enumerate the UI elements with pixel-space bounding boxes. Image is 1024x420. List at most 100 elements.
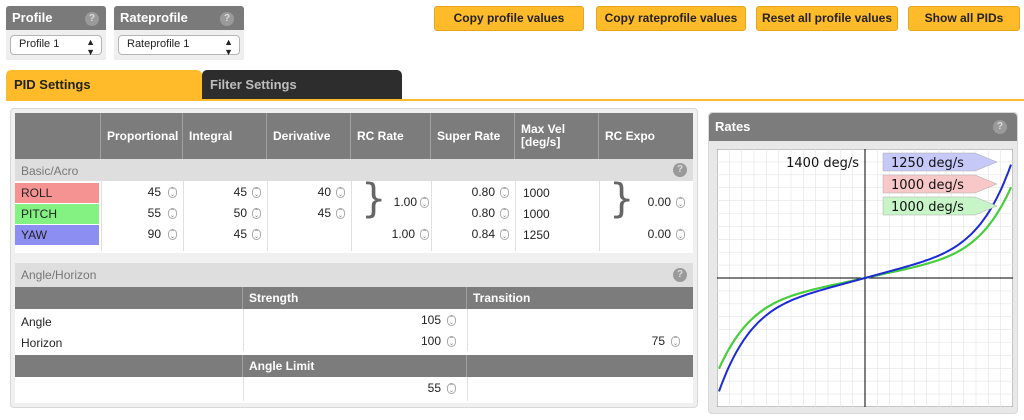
select-arrows-icon: ▲ ▼ xyxy=(224,37,233,57)
rateprofile-select[interactable]: Rateprofile 1 ▲ ▼ xyxy=(118,35,240,57)
yaw-rc-expo-input[interactable]: 0.00 xyxy=(625,225,671,243)
spinner-icon[interactable]: ⌃ ⌄ xyxy=(420,229,429,240)
rollpitch-rc-expo-input[interactable]: 0.00 xyxy=(635,193,671,211)
spinner-icon[interactable]: ⌃ ⌄ xyxy=(447,336,456,347)
pitch-super-rate-input[interactable]: 0.80 xyxy=(441,204,495,222)
yaw-super-rate-input[interactable]: 0.84 xyxy=(441,225,495,243)
rates-legend: 1250 deg/s 1000 deg/s 1000 deg/s xyxy=(882,152,998,216)
spinner-icon[interactable]: ⌃ ⌄ xyxy=(420,197,429,208)
table-row-angle-limit: 55 ⌃ ⌄ xyxy=(15,379,693,400)
angle-limit-input[interactable]: 55 xyxy=(375,379,441,397)
axis-label-pitch: PITCH xyxy=(15,204,99,224)
roll-max-vel: 1000 xyxy=(523,186,550,200)
spinner-icon[interactable]: ⌃ ⌄ xyxy=(168,229,177,240)
basic-acro-label: Basic/Acro xyxy=(21,164,79,178)
spinner-icon[interactable]: ⌃ ⌄ xyxy=(252,229,261,240)
copy-rateprofile-button[interactable]: Copy rateprofile values xyxy=(596,6,746,31)
rates-help-icon[interactable]: ? xyxy=(993,120,1007,134)
horizon-strength-input[interactable]: 100 xyxy=(375,332,441,350)
header-empty xyxy=(15,355,243,377)
angle-label: Angle xyxy=(21,315,52,329)
tab-filter-settings[interactable]: Filter Settings xyxy=(202,70,402,100)
profile-title: Profile xyxy=(12,10,53,25)
roll-i-input[interactable]: 45 xyxy=(193,183,247,201)
rates-title: Rates xyxy=(715,119,751,134)
rates-chart: 1400 deg/s 1250 deg/s 1000 deg/s 1000 deg/… xyxy=(717,149,1013,407)
axis-label-yaw: YAW xyxy=(15,225,99,245)
angle-horizon-help-icon[interactable]: ? xyxy=(673,268,687,282)
rateprofile-panel: Rateprofile ? Rateprofile 1 ▲ ▼ xyxy=(114,6,244,60)
yaw-rc-rate-input[interactable]: 1.00 xyxy=(371,225,415,243)
spinner-icon[interactable]: ⌃ ⌄ xyxy=(500,208,509,219)
header-empty xyxy=(467,355,693,377)
profile-help-icon[interactable]: ? xyxy=(85,12,99,26)
angle-horizon-table: Angle/Horizon ? Strength Transition Angl… xyxy=(15,263,693,403)
spinner-icon[interactable]: ⌃ ⌄ xyxy=(168,187,177,198)
rates-header: Rates ? xyxy=(709,113,1017,141)
table-row-angle: Angle 105 ⌃ ⌄ xyxy=(15,311,693,332)
roll-d-input[interactable]: 40 xyxy=(277,183,331,201)
angle-strength-input[interactable]: 105 xyxy=(375,311,441,329)
rates-max-label: 1400 deg/s xyxy=(786,156,859,171)
axis-label-roll: ROLL xyxy=(15,183,99,203)
basic-acro-help-icon[interactable]: ? xyxy=(673,163,687,177)
horizon-label: Horizon xyxy=(21,336,63,350)
pid-settings-panel: Proportional Integral Derivative RC Rate… xyxy=(10,108,698,408)
legend-label: 1000 deg/s xyxy=(891,200,964,215)
table-row-horizon: Horizon 100 ⌃ ⌄ 75 ⌃ ⌄ xyxy=(15,332,693,353)
spinner-icon[interactable]: ⌃ ⌄ xyxy=(252,187,261,198)
header-mode xyxy=(15,287,243,309)
pitch-p-input[interactable]: 55 xyxy=(111,204,161,222)
spinner-icon[interactable]: ⌃ ⌄ xyxy=(676,197,685,208)
header-super-rate: Super Rate xyxy=(431,113,515,159)
rollpitch-rc-rate-input[interactable]: 1.00 xyxy=(381,193,417,211)
spinner-icon[interactable]: ⌃ ⌄ xyxy=(252,208,261,219)
table-row-roll: ROLL 45 ⌃ ⌄ 45 ⌃ ⌄ 40 ⌃ ⌄ 0.80 ⌃ ⌄ 1000 xyxy=(15,183,693,204)
spinner-icon[interactable]: ⌃ ⌄ xyxy=(500,229,509,240)
spinner-icon[interactable]: ⌃ ⌄ xyxy=(676,229,685,240)
legend-label: 1250 deg/s xyxy=(891,156,964,171)
header-rc-expo: RC Expo xyxy=(605,128,656,143)
spinner-icon[interactable]: ⌃ ⌄ xyxy=(168,208,177,219)
pitch-i-input[interactable]: 50 xyxy=(193,204,247,222)
pitch-max-vel: 1000 xyxy=(523,207,550,221)
pitch-d-input[interactable]: 45 xyxy=(277,204,331,222)
yaw-max-vel: 1250 xyxy=(523,228,550,242)
legend-item: 1250 deg/s xyxy=(882,152,998,172)
header-integral: Integral xyxy=(183,113,267,159)
rateprofile-help-icon[interactable]: ? xyxy=(220,12,234,26)
basic-acro-table: Proportional Integral Derivative RC Rate… xyxy=(15,113,693,253)
angle-limit-header: Angle Limit xyxy=(15,355,693,377)
reset-profile-button[interactable]: Reset all profile values xyxy=(756,6,898,31)
spinner-icon[interactable]: ⌃ ⌄ xyxy=(447,383,456,394)
roll-super-rate-input[interactable]: 0.80 xyxy=(441,183,495,201)
tab-pid-settings[interactable]: PID Settings xyxy=(6,70,202,100)
header-proportional: Proportional xyxy=(101,113,183,159)
header-max-vel: Max Vel [deg/s] xyxy=(515,113,599,159)
header-axis xyxy=(15,113,101,159)
legend-item: 1000 deg/s xyxy=(882,174,998,194)
tab-underline xyxy=(6,99,1024,101)
pid-table-header: Proportional Integral Derivative RC Rate… xyxy=(15,113,693,159)
yaw-i-input[interactable]: 45 xyxy=(193,225,247,243)
legend-label: 1000 deg/s xyxy=(891,178,964,193)
header-strength: Strength xyxy=(243,287,467,309)
spinner-icon[interactable]: ⌃ ⌄ xyxy=(671,336,680,347)
copy-profile-button[interactable]: Copy profile values xyxy=(434,6,584,31)
brace-icon: } xyxy=(609,176,635,222)
show-pids-button[interactable]: Show all PIDs xyxy=(908,6,1020,31)
spinner-icon[interactable]: ⌃ ⌄ xyxy=(500,187,509,198)
spinner-icon[interactable]: ⌃ ⌄ xyxy=(336,187,345,198)
profile-panel: Profile ? Profile 1 ▲ ▼ xyxy=(6,6,106,60)
horizon-transition-input[interactable]: 75 xyxy=(605,332,665,350)
header-derivative: Derivative xyxy=(267,113,351,159)
spinner-icon[interactable]: ⌃ ⌄ xyxy=(447,315,456,326)
header-angle-limit: Angle Limit xyxy=(243,355,467,377)
spinner-icon[interactable]: ⌃ ⌄ xyxy=(336,208,345,219)
profile-select[interactable]: Profile 1 ▲ ▼ xyxy=(10,35,102,57)
roll-p-input[interactable]: 45 xyxy=(111,183,161,201)
header-transition: Transition xyxy=(473,290,531,305)
rateprofile-select-value: Rateprofile 1 xyxy=(127,38,190,50)
angle-horizon-label: Angle/Horizon xyxy=(21,268,97,282)
yaw-p-input[interactable]: 90 xyxy=(111,225,161,243)
